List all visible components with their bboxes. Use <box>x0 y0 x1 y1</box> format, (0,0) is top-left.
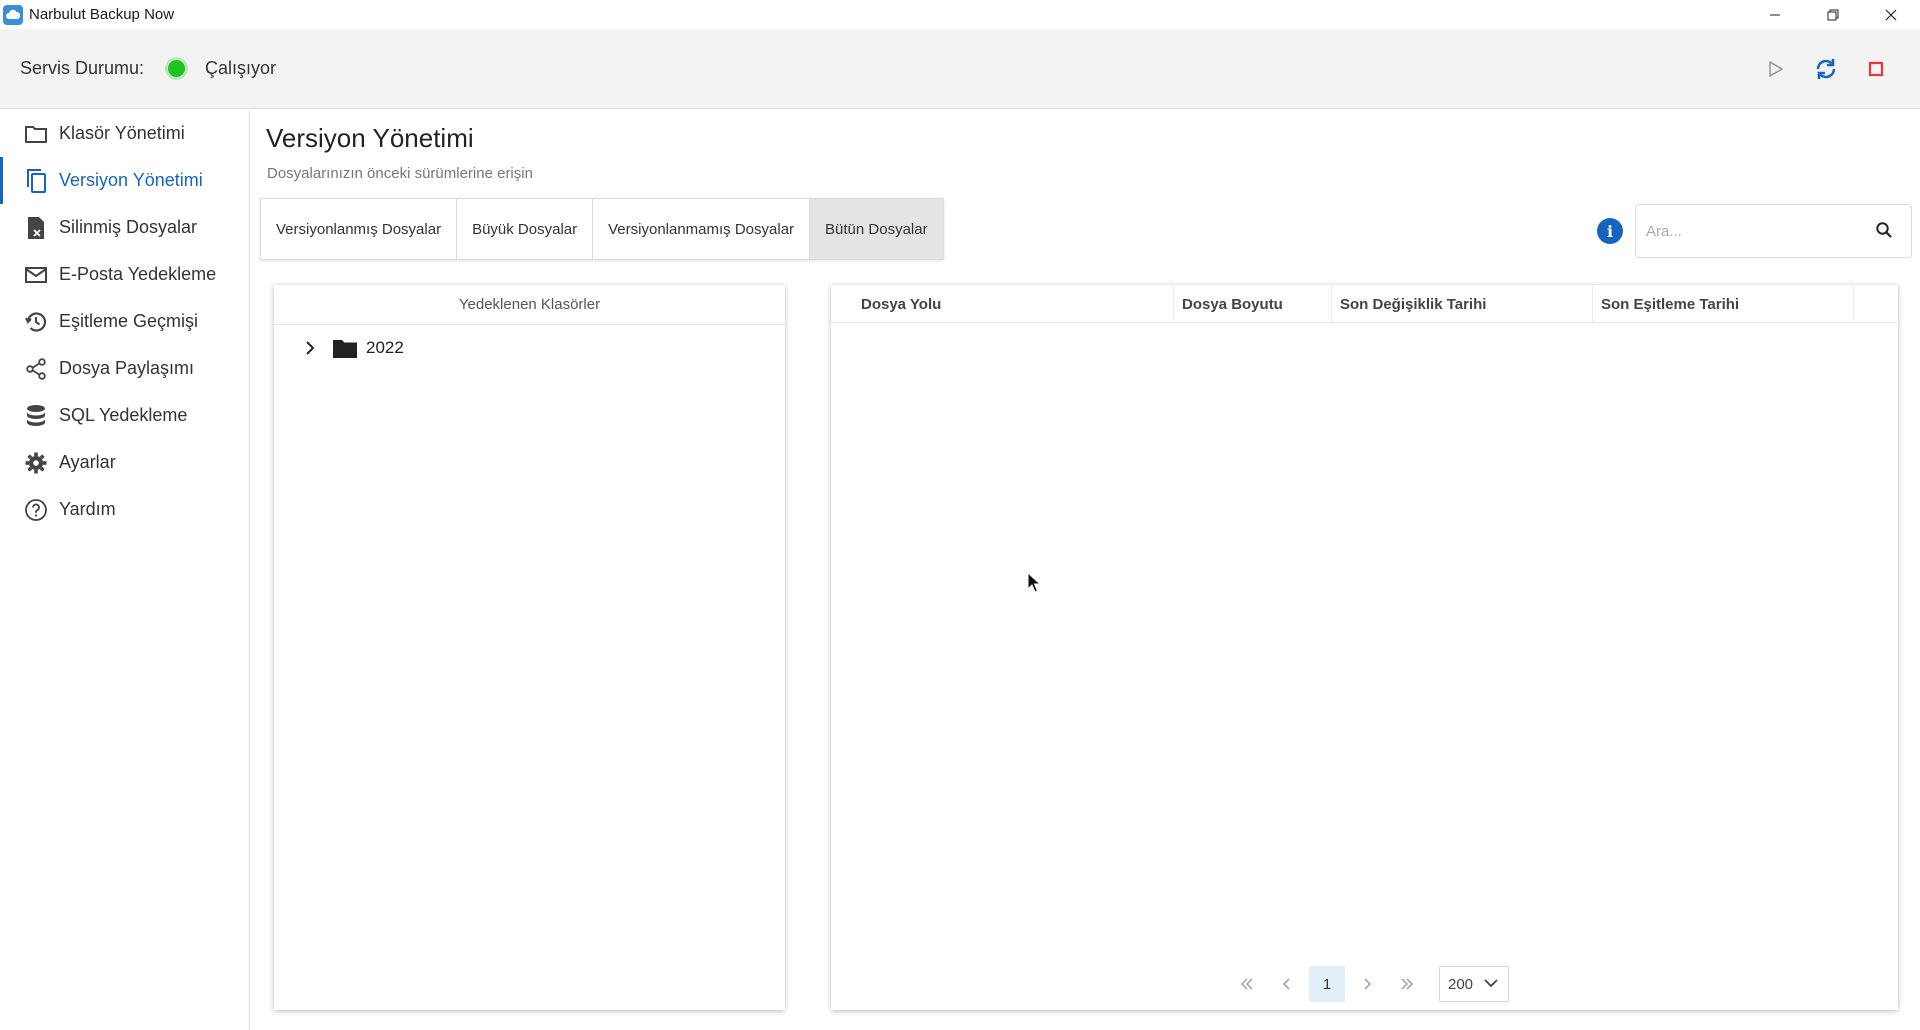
sidebar-item-sql-backup[interactable]: SQL Yedekleme <box>0 392 249 439</box>
files-table: Dosya Yolu Dosya Boyutu Son Değişiklik T… <box>831 285 1898 1010</box>
restart-service-button[interactable] <box>1812 55 1840 83</box>
sidebar-item-help[interactable]: Yardım <box>0 486 249 533</box>
table-header: Dosya Yolu Dosya Boyutu Son Değişiklik T… <box>831 285 1898 323</box>
window-title: Narbulut Backup Now <box>29 6 175 23</box>
backed-up-folders-panel: Yedeklenen Klasörler 2022 <box>274 285 785 1010</box>
title-bar: Narbulut Backup Now <box>0 0 1920 29</box>
sidebar-item-label: Ayarlar <box>59 452 116 472</box>
folder-tree-item[interactable]: 2022 <box>274 325 785 371</box>
double-chevron-left-icon <box>1241 978 1253 990</box>
tab-large-files[interactable]: Büyük Dosyalar <box>457 199 594 259</box>
info-icon[interactable]: i <box>1597 218 1623 244</box>
search-input[interactable] <box>1646 205 1866 257</box>
service-status-label: Servis Durumu: <box>20 58 145 78</box>
sidebar: Klasör Yönetimi Versiyon Yönetimi Silinm… <box>0 110 250 1030</box>
page-size-value: 200 <box>1448 975 1474 993</box>
sidebar-item-label: Versiyon Yönetimi <box>59 170 203 190</box>
deleted-file-icon <box>23 215 49 241</box>
service-status-text: Çalışıyor <box>205 58 277 78</box>
sidebar-item-label: Silinmiş Dosyalar <box>59 217 198 237</box>
column-header-last-modified[interactable]: Son Değişiklik Tarihi <box>1332 285 1593 323</box>
column-header-file-size[interactable]: Dosya Boyutu <box>1174 285 1332 323</box>
app-icon <box>3 4 23 25</box>
sync-icon <box>1816 59 1836 79</box>
page-size-select[interactable]: 200 <box>1439 966 1509 1002</box>
double-chevron-right-icon <box>1401 978 1413 990</box>
status-indicator <box>168 60 186 77</box>
sidebar-item-sync-history[interactable]: Eşitleme Geçmişi <box>0 298 249 345</box>
sidebar-item-folder-management[interactable]: Klasör Yönetimi <box>0 110 249 157</box>
file-filter-tabs: Versiyonlanmış Dosyalar Büyük Dosyalar V… <box>260 198 944 260</box>
copy-icon <box>23 168 49 194</box>
mouse-cursor-icon <box>1027 572 1041 594</box>
tab-all-files[interactable]: Bütün Dosyalar <box>810 199 943 259</box>
last-page-button[interactable] <box>1389 966 1425 1002</box>
sidebar-item-label: Dosya Paylaşımı <box>59 358 195 378</box>
gear-icon <box>23 450 49 476</box>
sidebar-item-file-sharing[interactable]: Dosya Paylaşımı <box>0 345 249 392</box>
minimize-button[interactable] <box>1746 0 1804 29</box>
restore-button[interactable] <box>1804 0 1862 29</box>
sidebar-item-deleted-files[interactable]: Silinmiş Dosyalar <box>0 204 249 251</box>
help-icon <box>23 497 49 523</box>
folder-icon <box>23 121 49 147</box>
folder-icon <box>332 338 358 359</box>
history-icon <box>23 309 49 335</box>
database-icon <box>23 403 49 429</box>
mail-icon <box>23 262 49 288</box>
page-title: Versiyon Yönetimi <box>266 123 474 153</box>
next-page-button[interactable] <box>1349 966 1385 1002</box>
folder-label: 2022 <box>366 338 404 357</box>
folders-panel-header: Yedeklenen Klasörler <box>274 285 785 325</box>
start-service-button[interactable] <box>1762 55 1790 83</box>
close-button[interactable] <box>1862 0 1920 29</box>
pagination: 1 200 <box>1229 966 1509 1002</box>
page-number-button[interactable]: 1 <box>1309 966 1345 1002</box>
sidebar-item-email-backup[interactable]: E-Posta Yedekleme <box>0 251 249 298</box>
tab-versioned-files[interactable]: Versiyonlanmış Dosyalar <box>261 199 458 259</box>
share-icon <box>23 356 49 382</box>
chevron-down-icon <box>1484 979 1498 988</box>
sidebar-item-settings[interactable]: Ayarlar <box>0 439 249 486</box>
service-status-bar: Servis Durumu: Çalışıyor <box>0 29 1920 109</box>
sidebar-item-label: SQL Yedekleme <box>59 405 188 425</box>
sidebar-item-label: Yardım <box>59 499 116 519</box>
column-header-last-synced[interactable]: Son Eşitleme Tarihi <box>1593 285 1854 323</box>
chevron-right-icon <box>1364 978 1371 990</box>
sidebar-item-label: Klasör Yönetimi <box>59 123 185 143</box>
sidebar-item-label: E-Posta Yedekleme <box>59 264 217 284</box>
stop-service-button[interactable] <box>1862 55 1890 83</box>
search-icon[interactable] <box>1875 221 1893 239</box>
chevron-left-icon <box>1283 978 1290 990</box>
sidebar-item-label: Eşitleme Geçmişi <box>59 311 199 331</box>
play-icon <box>1769 61 1783 77</box>
tab-unversioned-files[interactable]: Versiyonlanmamış Dosyalar <box>593 199 811 259</box>
first-page-button[interactable] <box>1229 966 1265 1002</box>
column-header-file-path[interactable]: Dosya Yolu <box>831 285 1174 323</box>
sidebar-item-version-management[interactable]: Versiyon Yönetimi <box>0 157 249 204</box>
stop-icon <box>1868 61 1884 77</box>
chevron-right-icon[interactable] <box>302 340 318 356</box>
page-subtitle: Dosyalarınızın önceki sürümlerine erişin <box>267 165 533 182</box>
main-content: Versiyon Yönetimi Dosyalarınızın önceki … <box>251 110 1920 1030</box>
search-box <box>1635 204 1912 258</box>
previous-page-button[interactable] <box>1269 966 1305 1002</box>
